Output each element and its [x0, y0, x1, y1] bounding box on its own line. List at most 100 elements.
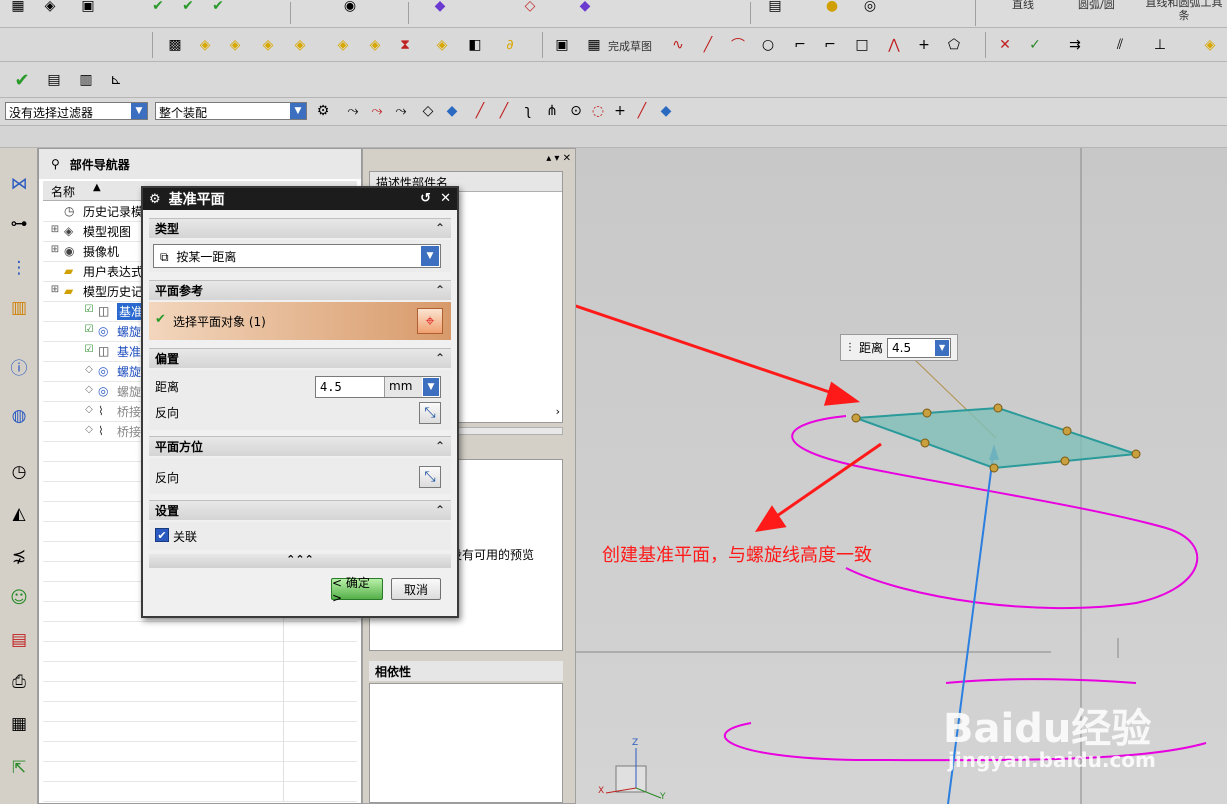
control-point-icon[interactable]: ʅ — [518, 101, 538, 121]
chevron-down-icon[interactable]: ▼ — [131, 103, 147, 119]
snap-icon[interactable]: ⤳ — [343, 101, 363, 121]
offset-icon[interactable]: ⇉ — [1065, 35, 1085, 55]
feature-icon[interactable]: ◈ — [1200, 35, 1220, 55]
endpoint-icon[interactable]: ╱ — [470, 101, 490, 121]
offset-section-header[interactable]: 偏置 ⌃ — [149, 348, 451, 368]
toolbar-icon[interactable]: ◆ — [430, 0, 450, 16]
constraint-icon[interactable]: ⊥ — [1150, 35, 1170, 55]
panel-controls[interactable]: ▴ ▾ ✕ — [546, 153, 571, 164]
point-icon[interactable]: + — [914, 35, 934, 55]
orientation-reverse-icon[interactable]: ⤡ — [419, 466, 441, 488]
type-section-header[interactable]: 类型 ⌃ — [149, 218, 451, 238]
circle-icon[interactable]: ○ — [758, 35, 778, 55]
toolbar-icon[interactable]: ▣ — [78, 0, 98, 16]
reverse-direction-icon[interactable]: ⤡ — [419, 402, 441, 424]
orientation-section-header[interactable]: 平面方位 ⌃ — [149, 436, 451, 456]
chevron-up-icon[interactable]: ⌃ — [435, 439, 445, 453]
feature-icon[interactable]: ◈ — [333, 35, 353, 55]
tree-row[interactable]: ⊞ ▰ 模型历史记录 — [49, 281, 155, 301]
rectangle-icon[interactable]: □ — [852, 35, 872, 55]
midpoint-icon[interactable]: ╱ — [494, 101, 514, 121]
tree-checkbox[interactable]: ⊞ — [49, 225, 61, 237]
tree-row[interactable]: ▰ 用户表达式 — [49, 261, 143, 281]
distance-popup-input[interactable]: 4.5 ▼ — [887, 337, 952, 358]
dialog-title-bar[interactable]: ⚙ 基准平面 ↺ ✕ — [143, 188, 457, 210]
tree-checkbox[interactable] — [49, 265, 61, 277]
eye-icon[interactable]: ◉ — [340, 0, 360, 16]
tree-row[interactable]: ◷ 历史记录模式 — [49, 201, 155, 221]
quadrant-icon[interactable]: ◌ — [588, 101, 608, 121]
feature-icon[interactable]: ◧ — [465, 35, 485, 55]
tree-checkbox[interactable]: ☑ — [83, 345, 95, 357]
tree-row[interactable]: ⊞ ◈ 模型视图 — [49, 221, 131, 241]
chevron-up-icon[interactable]: ⌃ — [435, 221, 445, 235]
toolbar-icon[interactable]: ● — [822, 0, 842, 16]
feature-icon[interactable]: ◈ — [432, 35, 452, 55]
web-browser-icon[interactable]: ⓘ — [6, 352, 32, 380]
tree-checkbox[interactable]: ⊞ — [49, 245, 61, 257]
polyline-icon[interactable]: ⋀ — [884, 35, 904, 55]
tree-checkbox[interactable] — [49, 205, 61, 217]
dependencies-title[interactable]: 相依性 — [369, 661, 563, 681]
system-scene-icon[interactable]: ▤ — [6, 626, 32, 654]
line-arc-toolbar-label[interactable]: 直线和圆弧工具条 — [1145, 0, 1223, 22]
profile-icon[interactable]: ∿ — [668, 35, 688, 55]
process-studio-icon[interactable]: ⋨ — [6, 542, 32, 570]
scope-combo[interactable]: 整个装配 ▼ — [155, 102, 307, 120]
roles-icon[interactable]: ☺ — [6, 584, 32, 612]
chevron-down-icon[interactable]: ▼ — [423, 378, 439, 396]
toolbar-icon[interactable]: ▦ — [8, 0, 28, 16]
column-name[interactable]: 名称 — [51, 183, 75, 200]
tree-checkbox[interactable]: ☑ — [83, 305, 95, 317]
arc-icon[interactable]: ⌒ — [728, 35, 748, 55]
chevron-up-icon[interactable]: ⌃ — [435, 351, 445, 365]
more-options-chevron-icon[interactable]: ⌃⌃⌃ — [149, 554, 451, 568]
sketch-icon[interactable]: ▩ — [165, 35, 185, 55]
grip-icon[interactable]: ⋮ — [845, 342, 855, 353]
tree-checkbox[interactable]: ⊞ — [49, 285, 61, 297]
polygon-icon[interactable]: ⬠ — [944, 35, 964, 55]
check-icon[interactable]: ✔ — [178, 0, 198, 16]
part-navigator-icon[interactable]: ⋮ — [6, 254, 32, 282]
graphics-window[interactable]: Z X Y Baidu经验 jingyan.baidu.com — [576, 148, 1227, 804]
scroll-right-icon[interactable]: › — [556, 405, 560, 418]
export-icon[interactable]: ⇱ — [6, 754, 32, 782]
toolbar-icon[interactable]: ◈ — [40, 0, 60, 16]
csys-icon[interactable]: ⊾ — [106, 70, 126, 90]
toolbar-icon[interactable]: ▤ — [765, 0, 785, 16]
chevron-up-icon[interactable]: ⌃ — [435, 503, 445, 517]
line-toolbar-label[interactable]: 直线 — [1012, 0, 1034, 12]
feature-icon[interactable]: ◈ — [225, 35, 245, 55]
distance-input[interactable]: 4.5 mm ▼ — [315, 376, 441, 398]
cancel-button[interactable]: 取消 — [391, 578, 441, 600]
arc-center-icon[interactable]: ⊙ — [566, 101, 586, 121]
sketch-icon[interactable]: ▣ — [552, 35, 572, 55]
filter-icon[interactable]: ⚙ — [313, 101, 333, 121]
chevron-down-icon[interactable]: ▼ — [935, 339, 950, 356]
mirror-icon[interactable]: ⫽ — [1110, 35, 1130, 55]
ok-button[interactable]: < 确定 > — [331, 576, 383, 605]
reset-icon[interactable]: ↺ — [420, 191, 431, 206]
toolbar-icon[interactable]: ◆ — [575, 0, 595, 16]
toolbar-icon[interactable]: ◎ — [860, 0, 880, 16]
tree-checkbox[interactable]: ◇ — [83, 405, 95, 417]
clock-icon[interactable]: ◷ — [6, 458, 32, 486]
tree-checkbox[interactable]: ☑ — [83, 325, 95, 337]
list-icon[interactable]: ▥ — [76, 70, 96, 90]
associative-checkbox[interactable]: ✔ — [155, 528, 169, 542]
trim-icon[interactable]: ✕ — [995, 35, 1015, 55]
assembly-navigator-icon[interactable]: ⋈ — [6, 170, 32, 198]
reuse-library-icon[interactable]: ▥ — [6, 294, 32, 322]
close-icon[interactable]: ✕ — [440, 191, 451, 206]
snap-icon[interactable]: ⤳ — [367, 101, 387, 121]
feature-icon[interactable]: ◈ — [258, 35, 278, 55]
fillet-icon[interactable]: ⌐ — [790, 35, 810, 55]
finish-sketch-icon[interactable]: ▦ — [584, 35, 604, 55]
face-icon[interactable]: ◇ — [418, 101, 438, 121]
settings-section-header[interactable]: 设置 ⌃ — [149, 500, 451, 520]
tree-checkbox[interactable]: ◇ — [83, 425, 95, 437]
chamfer-icon[interactable]: ⌐ — [820, 35, 840, 55]
system-material-icon[interactable]: ◭ — [6, 500, 32, 528]
point-on-curve-icon[interactable]: ╱ — [632, 101, 652, 121]
type-select[interactable]: ⧉ 按某一距离 ▼ — [153, 244, 441, 268]
